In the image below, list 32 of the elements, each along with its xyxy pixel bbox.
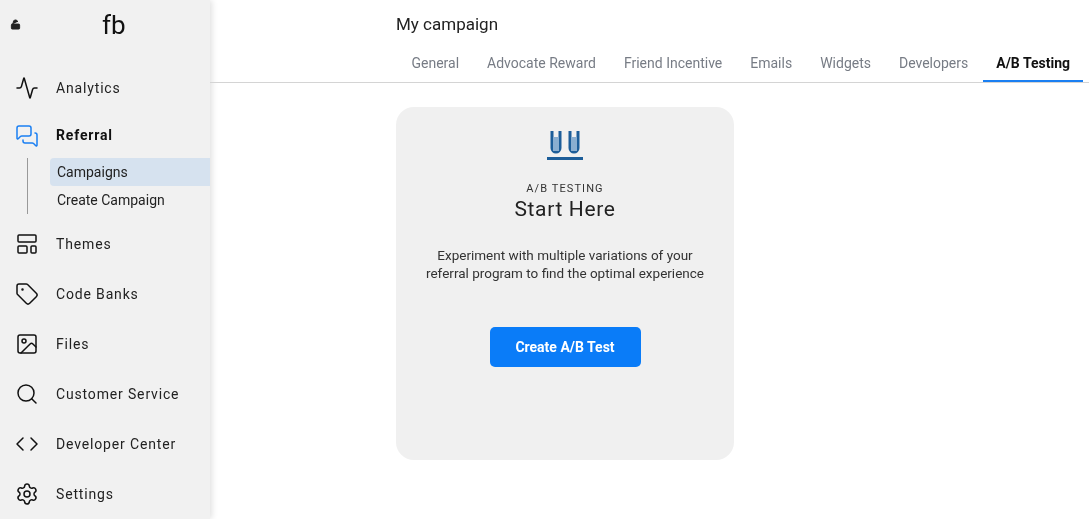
tab[interactable]: Advocate Reward [474,52,609,82]
nav-subitem[interactable]: Campaigns [50,158,210,186]
nav-item[interactable]: Settings [0,469,210,519]
create-test-button[interactable]: Create A/B Test [489,327,641,367]
magnifier-icon [15,382,39,406]
pulse-icon [15,76,39,100]
card-description: Experiment with multiple variations of your referral program to find the optimal experience [425,246,705,282]
nav-item[interactable]: Code Banks [0,269,210,319]
tab[interactable]: A/B Testing [983,52,1083,82]
chat-icon [15,123,39,148]
image-icon [15,332,39,356]
nav-item[interactable]: Customer Service [0,369,210,419]
nav-item[interactable]: Analytics [0,63,210,113]
tab[interactable]: Widgets [807,52,884,82]
logo: fb [102,11,126,38]
nav-item[interactable]: Files [0,319,210,369]
tab[interactable]: Developers [885,52,982,82]
tab[interactable]: General [398,52,473,82]
layout-icon [15,232,39,256]
nav-item[interactable]: Developer Center [0,419,210,469]
nav-item[interactable]: Referral [0,113,210,158]
tab[interactable]: Friend Incentive [610,52,736,82]
test-tubes-icon [546,128,584,161]
settings-icon [15,482,39,506]
tab[interactable]: Emails [737,52,806,82]
card-heading: Start Here [514,197,616,221]
eyebrow-label: A/B TESTING [526,180,604,197]
tag-icon [15,282,39,306]
nav-item[interactable]: Themes [0,219,210,269]
padlock-icon[interactable] [10,19,21,30]
nav-subitem[interactable]: Create Campaign [50,186,210,214]
page-title: My campaign [396,13,500,36]
